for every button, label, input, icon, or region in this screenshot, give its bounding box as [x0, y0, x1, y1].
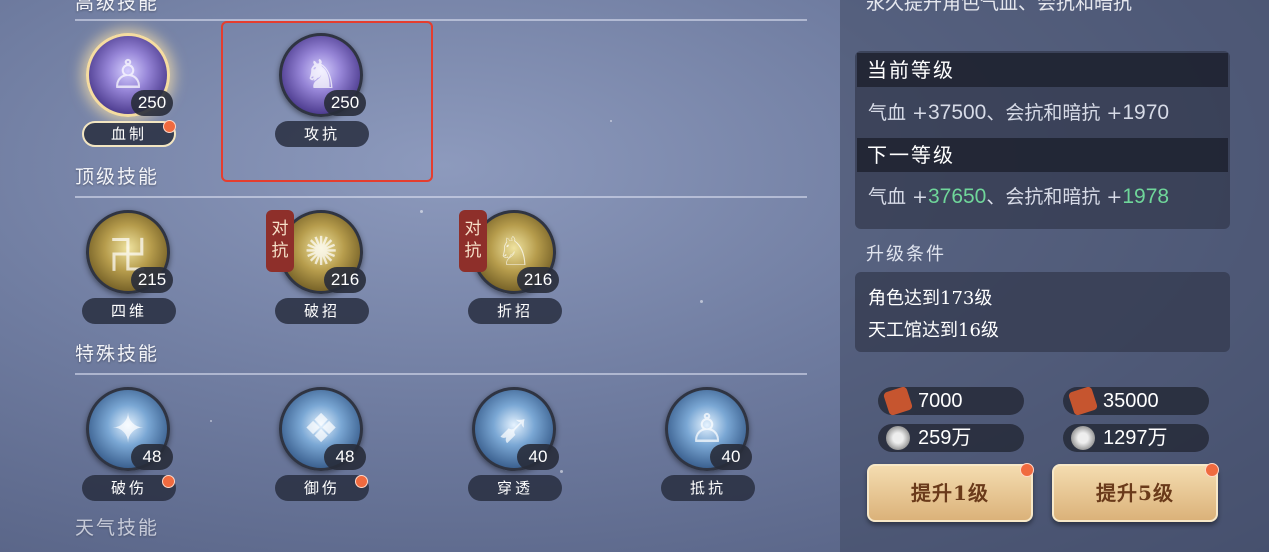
skill-name-label: 折招	[468, 298, 562, 324]
cost-coin-5: 1297万	[1063, 424, 1209, 452]
condition-item: 角色达到173级	[868, 288, 993, 309]
skill-dikang[interactable]: ♙ 40 抵抗	[652, 387, 762, 507]
stat-label: 、会抗和暗抗 +	[986, 102, 1123, 124]
skill-poshang[interactable]: ✦ 48 破伤	[73, 387, 183, 507]
skill-description: 永久提升角色气血、会抗和暗抗	[866, 0, 1133, 14]
skill-level-badge: 216	[324, 267, 366, 293]
skill-name-label: 血制	[82, 121, 176, 147]
selection-highlight-box	[221, 21, 433, 182]
skill-level-badge: 40	[517, 444, 559, 470]
condition-item: 天工馆达到16级	[868, 320, 999, 341]
cost-value: 7000	[918, 390, 963, 412]
token-icon	[882, 385, 914, 417]
snow-speck	[700, 300, 703, 303]
stat-value: 37650	[927, 185, 987, 208]
stat-value: 1970	[1122, 101, 1170, 124]
skill-name-label: 穿透	[468, 475, 562, 501]
skill-name-label: 四维	[82, 298, 176, 324]
cost-value: 35000	[1103, 390, 1159, 412]
coin-icon	[1071, 426, 1095, 450]
upgrade-1-button[interactable]: 提升1级	[867, 464, 1033, 522]
current-level-stat: 气血 +37500、会抗和暗抗 +1970	[868, 98, 1169, 125]
stat-label: 气血 +	[868, 186, 928, 208]
skill-level-badge: 48	[324, 444, 366, 470]
snow-speck	[210, 420, 212, 422]
cost-value: 1297万	[1103, 427, 1168, 449]
skill-xuezhi[interactable]: ♙ 250 血制	[73, 33, 183, 153]
skill-chuantou[interactable]: ➹ 40 穿透	[459, 387, 569, 507]
notification-dot	[355, 475, 368, 488]
notification-dot	[1205, 463, 1219, 477]
notification-dot	[162, 475, 175, 488]
cost-coin-1: 259万	[878, 424, 1024, 452]
upgrade-conditions-title: 升级条件	[866, 244, 946, 265]
skill-level-badge: 215	[131, 267, 173, 293]
skill-name-label: 抵抗	[661, 475, 755, 501]
notification-dot	[163, 120, 176, 133]
stat-label: 、会抗和暗抗 +	[986, 186, 1123, 208]
skill-level-badge: 216	[517, 267, 559, 293]
snow-speck	[420, 210, 423, 213]
notification-dot	[1020, 463, 1034, 477]
current-level-header: 当前等级	[857, 53, 1228, 87]
pvp-tag: 对抗	[266, 210, 294, 272]
coin-icon	[886, 426, 910, 450]
snow-speck	[610, 120, 612, 122]
section-title-special: 特殊技能	[75, 343, 160, 365]
section-title-top: 顶级技能	[75, 166, 160, 188]
cost-token-5: 35000	[1063, 385, 1209, 417]
pvp-tag: 对抗	[459, 210, 487, 272]
skill-siwei[interactable]: 卍 215 四维	[73, 210, 183, 330]
section-divider	[75, 373, 807, 375]
stat-value: 1978	[1122, 185, 1170, 208]
skill-name-label: 破招	[275, 298, 369, 324]
section-title-next: 天气技能	[75, 517, 160, 539]
section-divider	[75, 196, 807, 198]
skill-zhezhao[interactable]: 对抗 ♘ 216 折招	[459, 210, 569, 330]
token-icon	[1067, 385, 1099, 417]
upgrade-5-button[interactable]: 提升5级	[1052, 464, 1218, 522]
next-level-stat: 气血 +37650、会抗和暗抗 +1978	[868, 182, 1169, 209]
cost-value: 259万	[918, 427, 972, 449]
skill-level-badge: 40	[710, 444, 752, 470]
stat-label: 气血 +	[868, 102, 928, 124]
skill-level-badge: 48	[131, 444, 173, 470]
stat-value: 37500	[927, 101, 987, 124]
skill-level-badge: 250	[131, 90, 173, 116]
section-divider	[75, 19, 807, 21]
next-level-header: 下一等级	[857, 138, 1228, 172]
skill-yushang[interactable]: ❖ 48 御伤	[266, 387, 376, 507]
cost-token-1: 7000	[878, 385, 1024, 417]
section-title-advanced: 高级技能	[75, 0, 160, 14]
skill-pozhao[interactable]: 对抗 ✺ 216 破招	[266, 210, 376, 330]
